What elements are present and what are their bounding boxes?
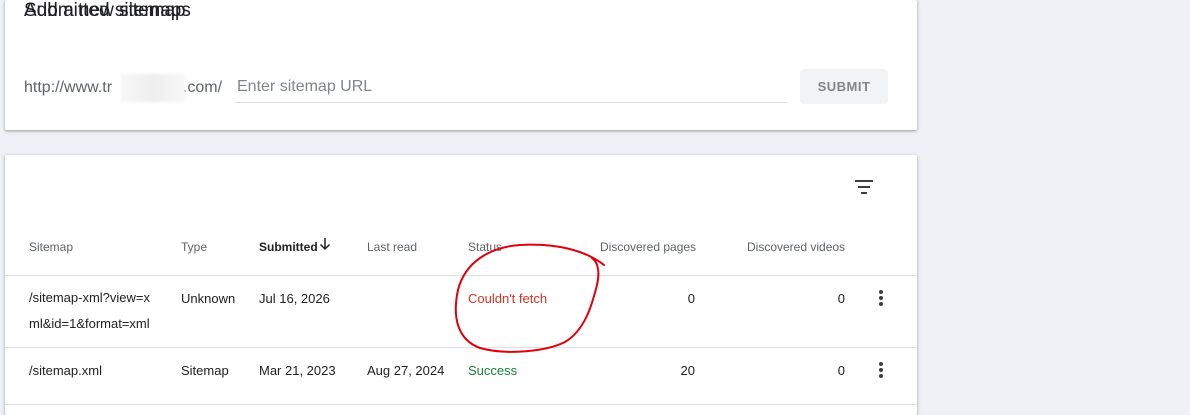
row2-sitemap[interactable]: /sitemap.xml (29, 363, 102, 378)
column-header-submitted[interactable]: Submitted (259, 240, 318, 254)
arrow-down-icon[interactable] (318, 236, 332, 252)
row1-status: Couldn't fetch (468, 291, 548, 306)
column-header-discovered-videos[interactable]: Discovered videos (747, 240, 845, 254)
sitemap-url-input[interactable] (235, 72, 787, 103)
row1-submitted: Jul 16, 2026 (259, 291, 330, 306)
row-divider (5, 347, 917, 348)
more-vert-icon[interactable] (871, 288, 891, 308)
url-prefix-start: http://www.tr (24, 79, 113, 96)
redacted-domain (121, 74, 185, 102)
submitted-sitemaps-title: Submitted sitemaps (24, 0, 191, 21)
filter-icon[interactable] (852, 177, 876, 197)
row2-last-read: Aug 27, 2024 (367, 363, 445, 378)
column-header-last-read[interactable]: Last read (367, 240, 417, 254)
row1-type: Unknown (181, 291, 236, 306)
row2-type: Sitemap (181, 363, 229, 378)
row1-discovered-videos: 0 (837, 291, 845, 306)
submit-button[interactable]: SUBMIT (800, 69, 888, 104)
row2-discovered-pages: 20 (680, 363, 695, 378)
row-divider (5, 404, 917, 405)
row1-sitemap[interactable]: /sitemap-xml?view=xml&id=1&format=xml (29, 285, 155, 337)
row2-status: Success (468, 363, 518, 378)
column-header-discovered-pages[interactable]: Discovered pages (600, 240, 696, 254)
more-vert-icon[interactable] (871, 360, 891, 380)
column-header-type[interactable]: Type (181, 240, 207, 254)
row2-discovered-videos: 0 (837, 363, 845, 378)
column-header-sitemap[interactable]: Sitemap (29, 240, 73, 254)
column-header-status[interactable]: Status (468, 240, 502, 254)
header-divider (5, 275, 917, 276)
row2-submitted: Mar 21, 2023 (259, 363, 336, 378)
row1-discovered-pages: 0 (687, 291, 695, 306)
